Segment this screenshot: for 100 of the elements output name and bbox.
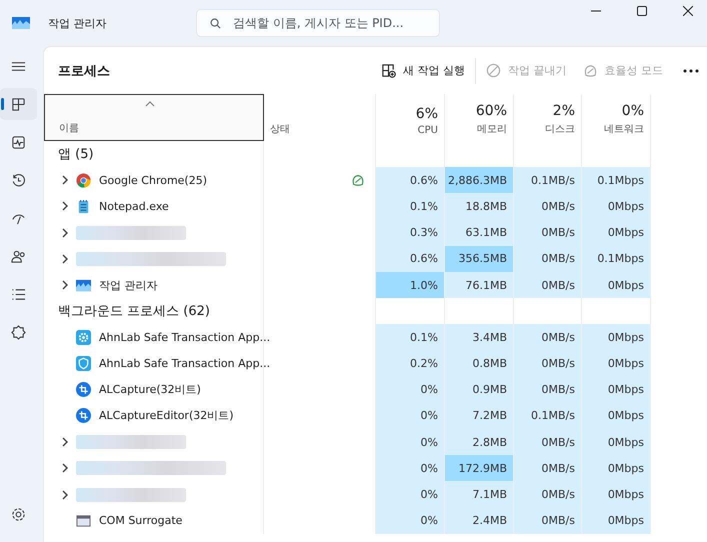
table-cell: 2,886.3MB	[445, 167, 514, 194]
process-row[interactable]: Notepad.exe 0.1% 18.8MB 0MB/s 0Mbps	[44, 193, 707, 220]
table-cell: 0Mbps	[582, 508, 651, 534]
process-row[interactable]: 작업 관리자 1.0% 76.1MB 0MB/s 0Mbps	[44, 272, 707, 298]
table-cell: 0.1Mbps	[582, 246, 651, 272]
expand-chevron-icon[interactable]	[62, 437, 68, 448]
close-icon[interactable]	[683, 6, 693, 16]
expand-chevron-icon[interactable]	[62, 280, 68, 290]
group-heading: 백그라운드 프로세스 (62)	[58, 303, 210, 320]
search-icon	[210, 18, 221, 29]
table-cell: 0.1%	[376, 193, 445, 220]
column-header[interactable]: 0% 네트워크	[582, 94, 651, 141]
table-cell: 0%	[376, 376, 445, 403]
table-cell: 0Mbps	[582, 220, 651, 246]
column-header[interactable]: 이름	[44, 94, 264, 141]
table-cell: 0.8MB	[445, 350, 514, 377]
table-cell: 0.3%	[376, 220, 445, 246]
expand-chevron-icon[interactable]	[62, 254, 68, 264]
table-cell: 0.2%	[376, 350, 445, 377]
table-cell: 0Mbps	[582, 324, 651, 350]
expand-chevron-icon[interactable]	[62, 490, 68, 500]
table-cell: 0MB/s	[514, 455, 582, 482]
new-task-button[interactable]: 새 작업 실행	[373, 59, 473, 82]
table-cell: 0MB/s	[514, 272, 582, 298]
table-cell: 0MB/s	[514, 481, 582, 508]
table-cell: 0Mbps	[582, 350, 651, 377]
table-cell: 0MB/s	[514, 193, 582, 220]
expand-chevron-icon[interactable]	[62, 175, 68, 186]
table-cell: 0%	[376, 429, 445, 456]
process-name: ALCapture(32비트)	[99, 382, 201, 398]
process-row[interactable]: AhnLab Safe Transaction App... 0.2% 0.8MB 0MB/s 0Mbps	[44, 350, 707, 377]
process-name: AhnLab Safe Transaction App...	[99, 330, 270, 344]
window-title: 작업 관리자	[48, 16, 108, 30]
notepad-icon	[76, 198, 91, 214]
table-cell: 0.1Mbps	[582, 167, 651, 194]
table-cell: 63.1MB	[445, 220, 514, 246]
table-cell: 0MB/s	[514, 324, 582, 350]
process-row[interactable]: ALCaptureEditor(32비트) 0% 7.2MB 0.1MB/s 0Mbps	[44, 402, 707, 430]
table-cell: 0MB/s	[514, 246, 582, 272]
expand-chevron-icon[interactable]	[62, 201, 68, 212]
process-name: ALCaptureEditor(32비트)	[99, 408, 234, 424]
browser-icon	[76, 172, 91, 188]
table-cell: 0Mbps	[582, 481, 651, 508]
table-cell: 1.0%	[376, 272, 445, 298]
leaf-icon	[351, 173, 365, 188]
table-cell: 0MB/s	[514, 376, 582, 403]
table-cell: 0%	[376, 455, 445, 482]
table-cell: 0.6%	[376, 246, 445, 272]
process-row[interactable]: 0% 172.9MB 0MB/s 0Mbps	[44, 455, 707, 482]
table-cell: 0%	[376, 402, 445, 430]
expand-chevron-icon[interactable]	[62, 463, 68, 474]
process-row[interactable]: 0% 7.1MB 0MB/s 0Mbps	[44, 481, 707, 508]
table-cell: 0MB/s	[514, 508, 582, 534]
process-row[interactable]: 0% 2.8MB 0MB/s 0Mbps	[44, 429, 707, 456]
table-cell: 356.5MB	[445, 246, 514, 272]
expand-chevron-icon[interactable]	[62, 228, 68, 238]
shield-icon	[76, 356, 91, 372]
table-cell: 18.8MB	[445, 193, 514, 220]
table-cell: 0Mbps	[582, 193, 651, 220]
group-heading: 앱 (5)	[58, 146, 94, 164]
table-cell: 0.1MB/s	[514, 402, 582, 430]
table-cell: 76.1MB	[445, 272, 514, 298]
table-cell: 0Mbps	[582, 455, 651, 482]
process-row[interactable]: AhnLab Safe Transaction App... 0.1% 3.4MB 0MB/s 0Mbps	[44, 324, 707, 350]
app-logo-icon	[76, 278, 91, 293]
sort-caret-icon	[145, 101, 155, 107]
process-name: AhnLab Safe Transaction App...	[99, 357, 270, 370]
process-row[interactable]: 0.3% 63.1MB 0MB/s 0Mbps	[44, 220, 707, 246]
process-row[interactable]: 0.6% 356.5MB 0MB/s 0.1Mbps	[44, 246, 707, 272]
column-header[interactable]: 2% 디스크	[514, 94, 582, 141]
table-cell: 7.1MB	[445, 481, 514, 508]
table-cell: 7.2MB	[445, 402, 514, 430]
table-cell: 0%	[376, 481, 445, 508]
process-row[interactable]: COM Surrogate 0% 2.4MB 0MB/s 0Mbps	[44, 508, 707, 534]
table-cell: 0MB/s	[514, 350, 582, 377]
table-cell: 0Mbps	[582, 272, 651, 298]
maximize-icon[interactable]	[637, 6, 647, 16]
crop-icon	[76, 408, 91, 424]
table-cell: 0.1MB/s	[514, 167, 582, 194]
app-logo-icon	[12, 17, 30, 29]
process-row[interactable]: Google Chrome(25) 0.6% 2,886.3MB 0.1MB/s 0.1Mbps	[44, 167, 707, 194]
search-field[interactable]: 검색할 이름, 게시자 또는 PID...	[196, 9, 440, 37]
more-options-icon[interactable]	[683, 68, 699, 72]
table-cell: 172.9MB	[445, 455, 514, 482]
table-cell: 0MB/s	[514, 220, 582, 246]
page-title: 프로세스	[58, 62, 110, 80]
grid-icon[interactable]	[0, 88, 37, 120]
process-row[interactable]: ALCapture(32비트) 0% 0.9MB 0MB/s 0Mbps	[44, 376, 707, 403]
column-header[interactable]: 상태	[264, 94, 376, 141]
table-cell: 3.4MB	[445, 324, 514, 350]
process-name: 작업 관리자	[99, 278, 158, 293]
crop-icon	[76, 382, 91, 398]
column-header[interactable]: 6% CPU	[376, 94, 445, 141]
window-plus-icon	[381, 63, 396, 78]
process-name: Notepad.exe	[99, 200, 169, 213]
process-name: Google Chrome(25)	[99, 174, 208, 187]
column-header[interactable]: 60% 메모리	[445, 94, 514, 141]
table-cell: 0.1%	[376, 324, 445, 350]
table-cell: 0.6%	[376, 167, 445, 194]
table-cell: 0.9MB	[445, 376, 514, 403]
